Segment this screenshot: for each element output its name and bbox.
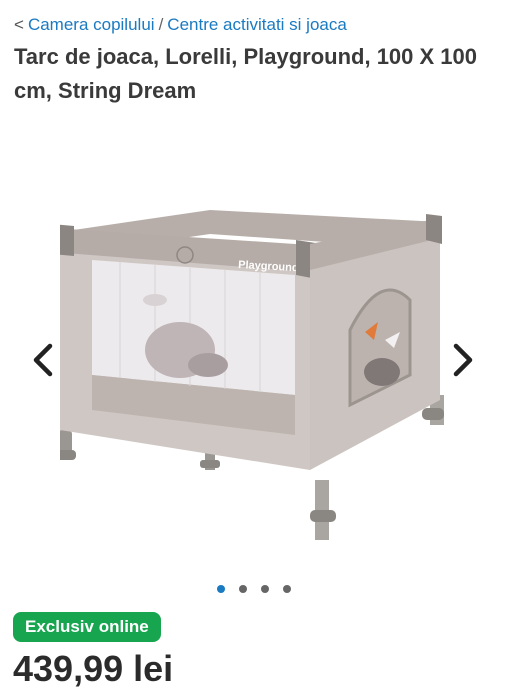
product-price: 439,99 lei <box>13 648 174 689</box>
gallery-dot-2[interactable] <box>238 585 247 593</box>
gallery-dot-4[interactable] <box>282 585 291 593</box>
exclusive-online-badge: Exclusiv online <box>13 612 161 642</box>
breadcrumb-link-camera-copilului[interactable]: Camera copilului <box>28 15 155 34</box>
product-gallery[interactable]: Playground <box>0 110 507 570</box>
playpen-image: Playground <box>60 210 444 540</box>
breadcrumb: < Camera copilului / Centre activitati si j… <box>14 14 347 36</box>
gallery-dot-1[interactable] <box>216 585 225 593</box>
product-title: Tarc de joaca, Lorelli, Playground, 100 … <box>14 44 477 103</box>
breadcrumb-separator: / <box>158 15 164 34</box>
chevron-right-icon[interactable] <box>448 340 478 380</box>
gallery-dot-3[interactable] <box>260 585 269 593</box>
breadcrumb-link-centre-activitati[interactable]: Centre activitati si joaca <box>167 15 347 34</box>
back-chevron-icon[interactable]: < <box>14 15 24 34</box>
gallery-pagination <box>0 585 507 597</box>
chevron-left-icon[interactable] <box>28 340 58 380</box>
